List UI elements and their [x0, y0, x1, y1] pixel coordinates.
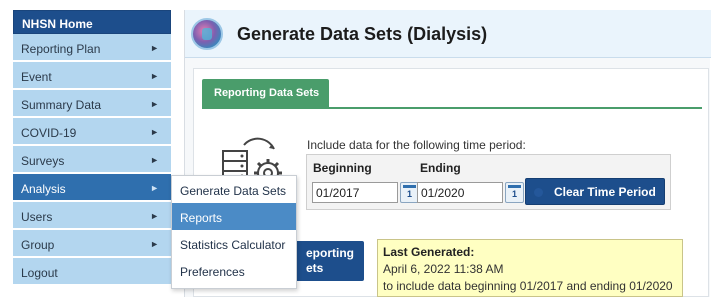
chevron-right-icon: ►	[150, 183, 159, 193]
ending-date-input[interactable]	[417, 182, 503, 203]
nav-home-link[interactable]: NHSN Home	[13, 10, 171, 34]
generate-reporting-data-sets-button[interactable]: eporting ets	[288, 241, 364, 281]
menu-item-preferences[interactable]: Preferences	[172, 257, 296, 284]
page-title: Generate Data Sets (Dialysis)	[237, 24, 488, 44]
left-navigation: NHSN Home Reporting Plan ► Event ► Summa…	[13, 10, 171, 286]
ending-calendar-icon[interactable]: 1	[505, 182, 524, 203]
calendar-glyph: 1	[406, 189, 412, 199]
menu-item-generate-data-sets[interactable]: Generate Data Sets	[172, 176, 296, 203]
chevron-right-icon: ►	[150, 127, 159, 137]
menu-item-statistics-calculator[interactable]: Statistics Calculator	[172, 230, 296, 257]
dialysis-globe-icon	[191, 18, 223, 50]
beginning-date-input[interactable]	[312, 182, 398, 203]
clear-time-period-button[interactable]: Clear Time Period	[525, 178, 665, 205]
chevron-right-icon: ►	[150, 71, 159, 81]
calendar-glyph: 1	[511, 189, 517, 199]
chevron-right-icon: ►	[150, 155, 159, 165]
tab-reporting-data-sets[interactable]: Reporting Data Sets	[202, 79, 330, 107]
ending-label: Ending	[420, 161, 461, 175]
nav-item-surveys[interactable]: Surveys ►	[13, 146, 171, 174]
last-generated-range: to include data beginning 01/2017 and en…	[383, 279, 673, 293]
nav-item-label: Logout	[21, 266, 58, 280]
chevron-right-icon: ►	[150, 239, 159, 249]
button-label-line: ets	[306, 261, 324, 275]
nav-item-group[interactable]: Group ►	[13, 230, 171, 258]
tab-underline	[202, 107, 702, 109]
nav-item-label: COVID-19	[21, 126, 77, 140]
button-label-line: eporting	[306, 246, 354, 260]
time-period-instruction: Include data for the following time peri…	[307, 138, 526, 152]
chevron-right-icon: ►	[150, 43, 159, 53]
page-header: Generate Data Sets (Dialysis)	[185, 10, 711, 58]
nav-item-summary-data[interactable]: Summary Data ►	[13, 90, 171, 118]
last-generated-timestamp: April 6, 2022 11:38 AM	[383, 262, 504, 276]
nav-item-label: Summary Data	[21, 98, 102, 112]
nav-item-label: Reporting Plan	[21, 42, 101, 56]
last-generated-note: Last Generated: April 6, 2022 11:38 AM t…	[377, 239, 683, 297]
nav-item-covid-19[interactable]: COVID-19 ►	[13, 118, 171, 146]
nav-item-analysis[interactable]: Analysis ►	[13, 174, 171, 202]
nav-item-reporting-plan[interactable]: Reporting Plan ►	[13, 34, 171, 62]
beginning-label: Beginning	[313, 161, 372, 175]
nav-item-label: Analysis	[21, 182, 66, 196]
menu-item-reports[interactable]: Reports	[172, 203, 296, 230]
nav-item-label: Group	[21, 238, 55, 252]
nav-item-users[interactable]: Users ►	[13, 202, 171, 230]
nav-item-label: Event	[21, 70, 52, 84]
chevron-right-icon: ►	[150, 211, 159, 221]
last-generated-heading: Last Generated:	[383, 245, 475, 259]
nav-item-event[interactable]: Event ►	[13, 62, 171, 90]
time-period-panel: Beginning Ending 1 1 Clear Time Period	[306, 154, 671, 210]
chevron-right-icon: ►	[150, 99, 159, 109]
nav-item-label: Users	[21, 210, 53, 224]
nav-item-label: Surveys	[21, 154, 65, 168]
analysis-flyout-menu: Generate Data Sets Reports Statistics Ca…	[171, 175, 297, 289]
nav-item-logout[interactable]: Logout	[13, 258, 171, 286]
